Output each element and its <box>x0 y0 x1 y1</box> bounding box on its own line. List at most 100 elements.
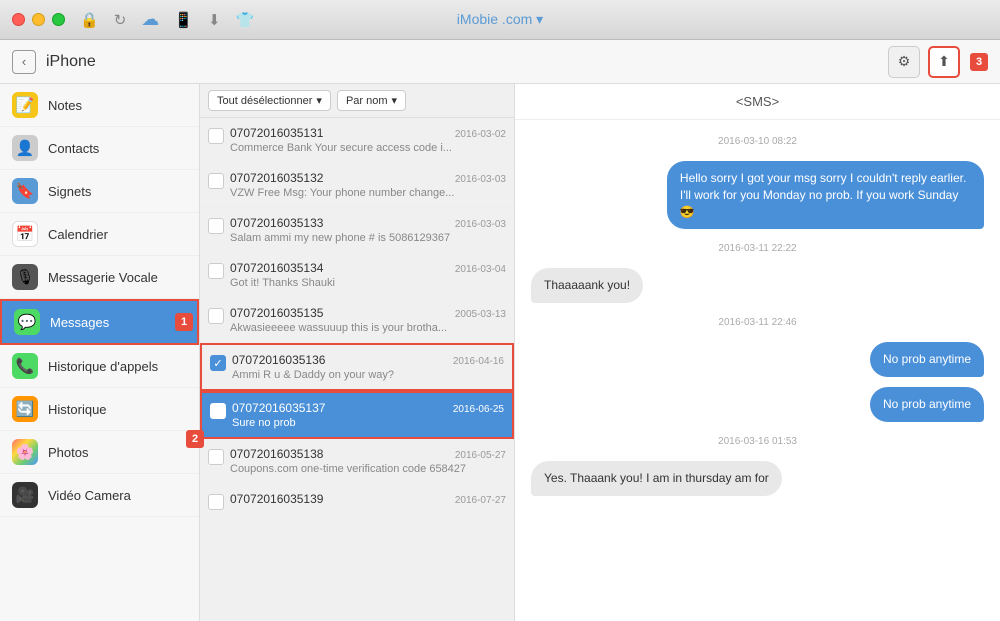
sidebar-item-historique[interactable]: 🔄 Historique <box>0 388 199 431</box>
deselect-all-button[interactable]: Tout désélectionner ▾ <box>208 90 331 111</box>
close-button[interactable] <box>12 13 25 26</box>
msg-number-8: 07072016035138 <box>230 447 323 461</box>
page-title: iPhone <box>46 53 96 71</box>
msg-content-9: 07072016035139 2016-07-27 <box>230 492 506 508</box>
back-button[interactable]: ‹ <box>12 50 36 74</box>
msg-preview-8: Coupons.com one-time verification code 6… <box>230 463 506 475</box>
navbar-left: ‹ iPhone <box>12 50 96 74</box>
sidebar-label-signets: Signets <box>48 184 91 199</box>
checkbox-9[interactable] <box>208 494 224 510</box>
msg-content-8: 07072016035138 2016-05-27 Coupons.com on… <box>230 447 506 475</box>
step1-badge: 1 <box>175 313 193 331</box>
checkbox-8[interactable] <box>208 449 224 465</box>
msg-content-5: 07072016035135 2005-03-13 Akwasieeeee wa… <box>230 306 506 334</box>
msg-date-8: 2016-05-27 <box>455 450 506 461</box>
photos-icon: 🌸 <box>12 439 38 465</box>
settings-button[interactable]: ⚙ <box>888 46 920 78</box>
checkbox-6[interactable]: ✓ <box>210 355 226 371</box>
list-item[interactable]: 07072016035132 2016-03-03 VZW Free Msg: … <box>200 163 514 208</box>
chat-bubble-sent-3: No prob anytime <box>870 387 984 422</box>
list-item[interactable]: 07072016035133 2016-03-03 Salam ammi my … <box>200 208 514 253</box>
msg-number-4: 07072016035134 <box>230 261 323 275</box>
checkbox-7[interactable]: ✓ <box>210 403 226 419</box>
export-icon: ⬆ <box>938 53 950 70</box>
chat-bubble-sent-1: Hello sorry I got your msg sorry I could… <box>667 161 984 229</box>
sidebar-item-video[interactable]: 🎥 Vidéo Camera <box>0 474 199 517</box>
sidebar-item-messagerie[interactable]: 🎙 Messagerie Vocale <box>0 256 199 299</box>
step2-badge-overlay: 2 <box>186 430 204 448</box>
msg-content-1: 07072016035131 2016-03-02 Commerce Bank … <box>230 126 506 154</box>
export-button[interactable]: ⬆ <box>928 46 960 78</box>
chat-message-row: Hello sorry I got your msg sorry I could… <box>531 161 984 229</box>
list-item[interactable]: 07072016035131 2016-03-02 Commerce Bank … <box>200 118 514 163</box>
lock-icon: 🔒 <box>80 11 99 29</box>
minimize-button[interactable] <box>32 13 45 26</box>
msg-content-2: 07072016035132 2016-03-03 VZW Free Msg: … <box>230 171 506 199</box>
chat-bubble-sent-2: No prob anytime <box>870 342 984 377</box>
msg-content-6: 07072016035136 2016-04-16 Ammi R u & Dad… <box>232 353 504 381</box>
msg-date-4: 2016-03-04 <box>455 264 506 275</box>
back-arrow-icon: ‹ <box>22 54 26 69</box>
chat-message-row: No prob anytime <box>531 342 984 377</box>
message-list-header: Tout désélectionner ▾ Par nom ▾ <box>200 84 514 118</box>
video-icon: 🎥 <box>12 482 38 508</box>
download-icon: ⬇ <box>208 11 221 29</box>
gear-icon: ⚙ <box>898 53 911 70</box>
chat-header: <SMS> <box>515 84 1000 120</box>
sidebar-item-calendrier[interactable]: 📅 Calendrier <box>0 213 199 256</box>
list-item[interactable]: ✓ 07072016035137 2016-06-25 Sure no prob <box>200 391 514 439</box>
sidebar-label-contacts: Contacts <box>48 141 99 156</box>
chat-date-2: 2016-03-11 22:22 <box>531 243 984 254</box>
chat-message-row: No prob anytime <box>531 387 984 422</box>
phone-icon: 📱 <box>174 11 193 29</box>
list-item[interactable]: 07072016035139 2016-07-27 <box>200 484 514 519</box>
messages-icon: 💬 <box>14 309 40 335</box>
sidebar-label-messages: Messages <box>50 315 109 330</box>
list-item[interactable]: 07072016035138 2016-05-27 Coupons.com on… <box>200 439 514 484</box>
title-suffix: .com <box>498 11 532 27</box>
sidebar-item-signets[interactable]: 🔖 Signets <box>0 170 199 213</box>
sidebar-label-historique-appels: Historique d'appels <box>48 359 158 374</box>
sidebar-item-notes[interactable]: 📝 Notes <box>0 84 199 127</box>
checkbox-1[interactable] <box>208 128 224 144</box>
notes-icon: 📝 <box>12 92 38 118</box>
list-item[interactable]: 07072016035134 2016-03-04 Got it! Thanks… <box>200 253 514 298</box>
deselect-dropdown-icon: ▾ <box>316 94 322 107</box>
titlebar: 🔒 ↻ ☁ 📱 ⬇ 👕 iMobie .com ▾ <box>0 0 1000 40</box>
sidebar-item-photos[interactable]: 🌸 Photos <box>0 431 199 474</box>
sidebar-label-calendrier: Calendrier <box>48 227 108 242</box>
msg-content-4: 07072016035134 2016-03-04 Got it! Thanks… <box>230 261 506 289</box>
msg-date-9: 2016-07-27 <box>455 495 506 506</box>
sidebar-item-historique-appels[interactable]: 📞 Historique d'appels <box>0 345 199 388</box>
checkbox-5[interactable] <box>208 308 224 324</box>
step2-badge-label: 2 <box>186 430 204 448</box>
msg-preview-4: Got it! Thanks Shauki <box>230 277 506 289</box>
chat-messages: 2016-03-10 08:22 Hello sorry I got your … <box>515 120 1000 621</box>
msg-content-3: 07072016035133 2016-03-03 Salam ammi my … <box>230 216 506 244</box>
checkbox-2[interactable] <box>208 173 224 189</box>
title-dropdown[interactable]: ▾ <box>536 11 543 27</box>
contacts-icon: 👤 <box>12 135 38 161</box>
historique-appels-icon: 📞 <box>12 353 38 379</box>
sort-by-button[interactable]: Par nom ▾ <box>337 90 406 111</box>
historique-icon: 🔄 <box>12 396 38 422</box>
sidebar-item-contacts[interactable]: 👤 Contacts <box>0 127 199 170</box>
chat-date-1: 2016-03-10 08:22 <box>531 136 984 147</box>
traffic-lights <box>12 13 65 26</box>
list-item[interactable]: 07072016035135 2005-03-13 Akwasieeeee wa… <box>200 298 514 343</box>
sidebar-label-historique: Historique <box>48 402 107 417</box>
sidebar-item-messages[interactable]: 💬 Messages 1 <box>0 299 199 345</box>
list-item[interactable]: 2 ✓ 07072016035136 2016-04-16 Ammi R u &… <box>200 343 514 391</box>
msg-number-6: 07072016035136 <box>232 353 325 367</box>
msg-content-7: 07072016035137 2016-06-25 Sure no prob <box>232 401 504 429</box>
msg-preview-3: Salam ammi my new phone # is 5086129367 <box>230 232 506 244</box>
checkbox-4[interactable] <box>208 263 224 279</box>
title-text: iMobie <box>457 11 498 27</box>
msg-number-5: 07072016035135 <box>230 306 323 320</box>
chat-bubble-received-2: Yes. Thaaank you! I am in thursday am fo… <box>531 461 782 496</box>
maximize-button[interactable] <box>52 13 65 26</box>
msg-date-5: 2005-03-13 <box>455 309 506 320</box>
msg-date-1: 2016-03-02 <box>455 129 506 140</box>
checkbox-3[interactable] <box>208 218 224 234</box>
messagerie-icon: 🎙 <box>12 264 38 290</box>
